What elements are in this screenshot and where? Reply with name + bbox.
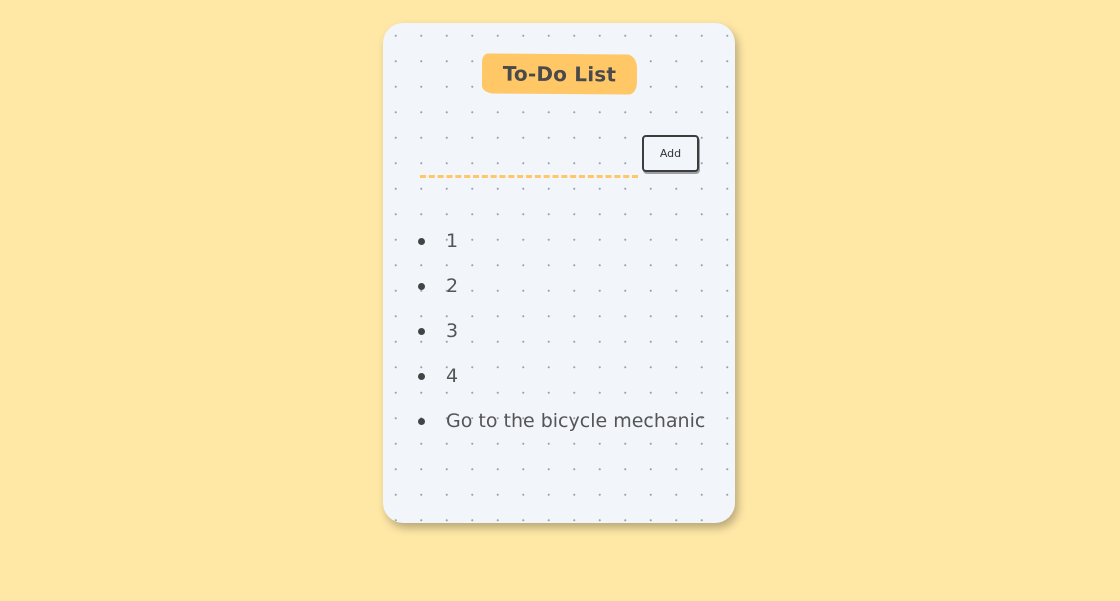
- task-text: 3: [446, 320, 459, 342]
- task-text: Go to the bicycle mechanic: [446, 410, 706, 432]
- task-text: 1: [446, 230, 459, 252]
- task-input[interactable]: [420, 155, 638, 178]
- add-button[interactable]: Add: [642, 135, 699, 172]
- title-tag: To-Do List: [481, 53, 638, 95]
- task-text: 2: [446, 275, 459, 297]
- task-text: 4: [446, 365, 459, 387]
- bullet-icon: [418, 418, 425, 425]
- task-item[interactable]: Go to the bicycle mechanic: [413, 399, 705, 444]
- bullet-icon: [418, 373, 425, 380]
- bullet-icon: [418, 328, 425, 335]
- task-item[interactable]: 1: [413, 219, 705, 264]
- task-item[interactable]: 4: [413, 354, 705, 399]
- bullet-icon: [418, 238, 425, 245]
- todo-card: To-Do List Add 1 2 3 4 Go to the bicycle…: [383, 23, 735, 523]
- page-title: To-Do List: [502, 61, 617, 87]
- bullet-icon: [418, 283, 425, 290]
- task-item[interactable]: 3: [413, 309, 705, 354]
- task-item[interactable]: 2: [413, 264, 705, 309]
- task-list: 1 2 3 4 Go to the bicycle mechanic: [413, 219, 705, 444]
